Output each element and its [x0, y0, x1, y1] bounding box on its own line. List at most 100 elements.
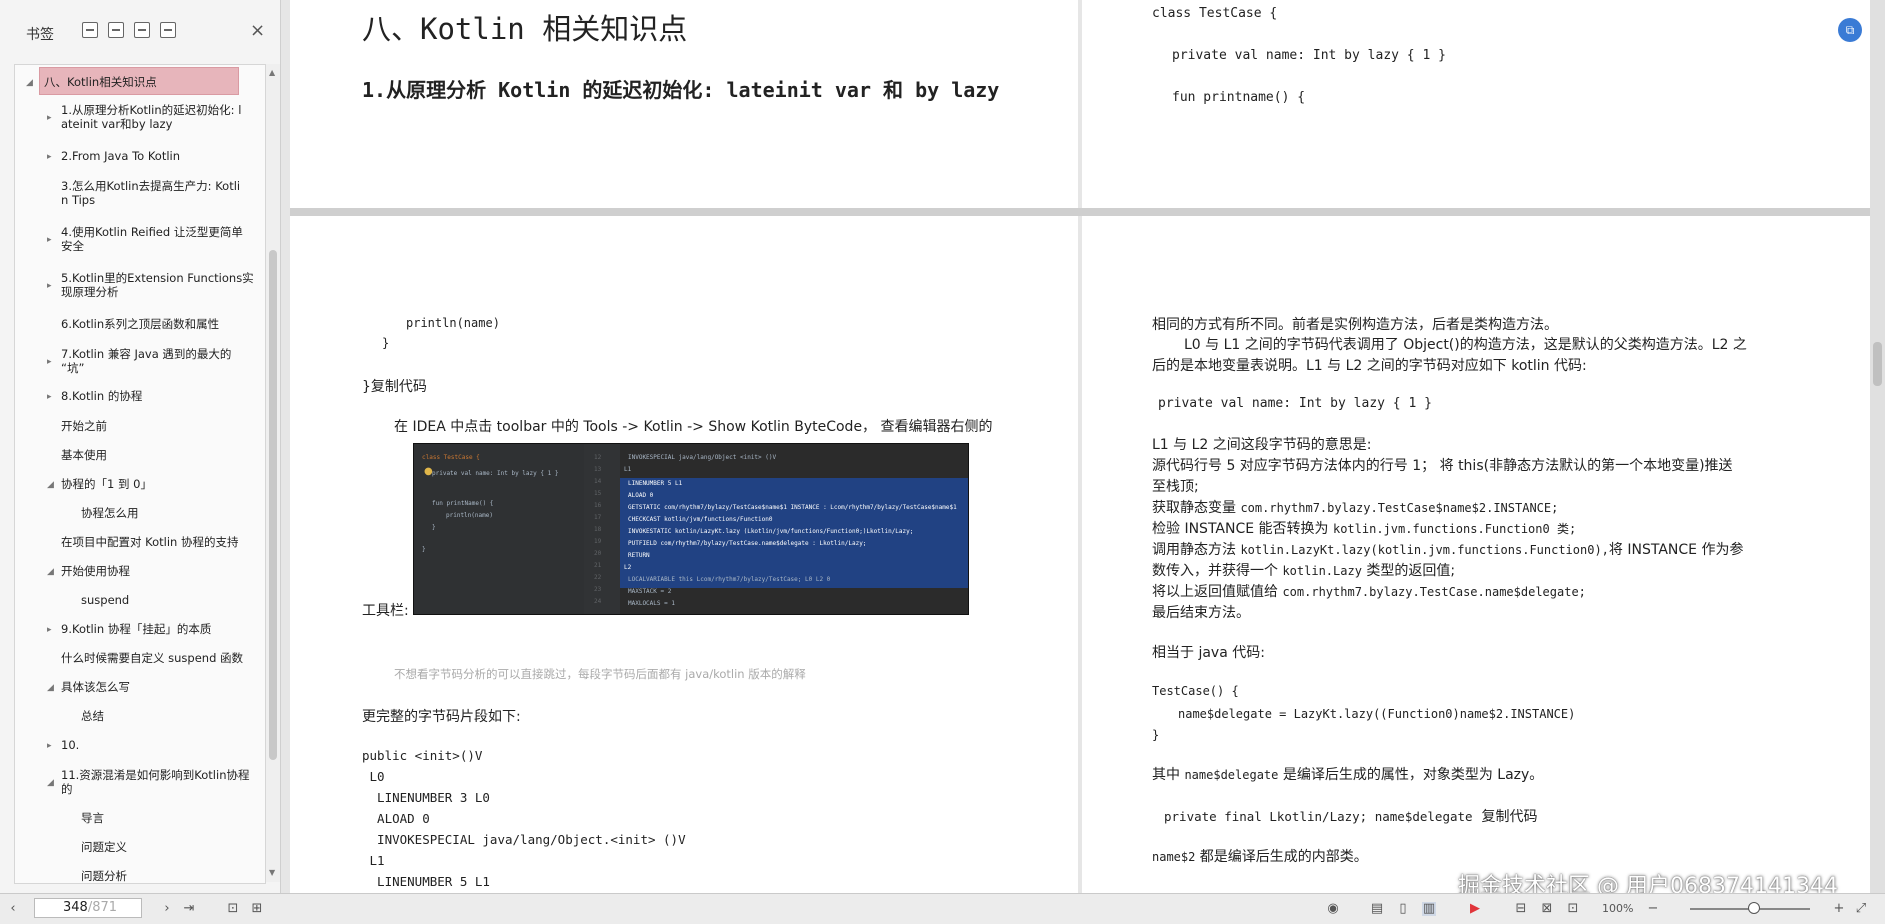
- fullscreen-icon[interactable]: ⤢: [1854, 902, 1868, 916]
- zoom-level[interactable]: 100%: [1602, 902, 1633, 915]
- chevron-down-icon[interactable]: ◢: [47, 565, 54, 579]
- zoom-out-icon[interactable]: −: [1646, 902, 1660, 916]
- bookmark-sidebar: 书签 × ◢ 八、Kotlin相关知识点 ▸ 1.从原理分析Kotlin的延迟初…: [0, 0, 281, 893]
- code-line: private val name: Int by lazy { 1 }: [1158, 396, 1432, 411]
- page-top-left: 八、Kotlin 相关知识点 1.从原理分析 Kotlin 的延迟初始化: la…: [290, 0, 1078, 208]
- paragraph: L1 与 L2 之间这段字节码的意思是:: [1152, 437, 1372, 453]
- zoom-in-icon[interactable]: +: [1832, 902, 1846, 916]
- lightbulb-icon[interactable]: ●: [424, 466, 433, 477]
- collapse-bookmark-icon[interactable]: [108, 22, 124, 38]
- bookmark-item-4[interactable]: ▸ 4.使用Kotlin Reified 让泛型更简单 安全: [47, 225, 261, 253]
- scroll-up-icon[interactable]: ▲: [269, 68, 275, 77]
- edit-bookmark-icon[interactable]: [160, 22, 176, 38]
- bytecode-line: public <init>()V: [362, 748, 483, 763]
- add-bookmark-icon[interactable]: [134, 22, 150, 38]
- bookmark-item-intro[interactable]: 导言: [81, 811, 104, 825]
- paragraph: 更完整的字节码片段如下:: [362, 709, 521, 725]
- bookmark-item-6[interactable]: 6.Kotlin系列之顶层函数和属性: [61, 317, 219, 331]
- paragraph: 检验 INSTANCE 能否转换为 kotlin.jvm.functions.F…: [1152, 521, 1577, 537]
- hint-text: 不想看字节码分析的可以直接跳过，每段字节码后面都有 java/kotlin 版本…: [394, 667, 806, 681]
- paragraph: 获取静态变量 com.rhythm7.bylazy.TestCase$name$…: [1152, 500, 1559, 516]
- bookmark-item-7[interactable]: ▸ 7.Kotlin 兼容 Java 遇到的最大的 “坑”: [47, 347, 261, 375]
- code-line: name$delegate = LazyKt.lazy((Function0)n…: [1178, 707, 1576, 721]
- bookmark-item-how-to-use[interactable]: 协程怎么用: [81, 506, 139, 520]
- single-page-icon[interactable]: ▤: [1370, 902, 1384, 916]
- bookmark-tree: ◢ 八、Kotlin相关知识点 ▸ 1.从原理分析Kotlin的延迟初始化: l…: [14, 64, 266, 884]
- chevron-right-icon[interactable]: ▸: [47, 739, 52, 753]
- page-top-right: class TestCase { private val name: Int b…: [1082, 0, 1870, 208]
- next-view-icon[interactable]: ⊞: [250, 902, 264, 916]
- chevron-right-icon[interactable]: ▸: [47, 150, 52, 164]
- page-separator: [290, 208, 1870, 216]
- bookmark-item-10[interactable]: ▸ 10.: [47, 738, 79, 752]
- bookmark-item-1[interactable]: ▸ 1.从原理分析Kotlin的延迟初始化: l ateinit var和by …: [47, 103, 261, 131]
- paragraph: L0 与 L1 之间的字节码代表调用了 Object()的构造方法，这是默认的父…: [1184, 337, 1747, 353]
- fit-page-icon[interactable]: ⊠: [1540, 902, 1554, 916]
- code-line: }: [1152, 728, 1160, 742]
- paragraph: 后的是本地变量表说明。L1 与 L2 之间的字节码对应如下 kotlin 代码:: [1152, 358, 1587, 374]
- bookmark-item-3[interactable]: 3.怎么用Kotlin去提高生产力: Kotli n Tips: [61, 179, 261, 207]
- bookmark-item-start-using[interactable]: ◢ 开始使用协程: [47, 564, 130, 578]
- bookmark-item-kotlin[interactable]: ◢ 八、Kotlin相关知识点: [26, 67, 239, 95]
- actual-size-icon[interactable]: ⊡: [1566, 902, 1580, 916]
- paragraph: 调用静态方法 kotlin.LazyKt.lazy(kotlin.jvm.fun…: [1152, 542, 1744, 558]
- eye-protection-icon[interactable]: ◉: [1326, 902, 1340, 916]
- bookmark-item-11[interactable]: ◢ 11.资源混淆是如何影响到Kotlin协程 的: [47, 768, 261, 796]
- chevron-right-icon[interactable]: ▸: [47, 279, 52, 293]
- chevron-right-icon[interactable]: ▸: [47, 623, 52, 637]
- code-line: private final Lkotlin/Lazy; name$delegat…: [1164, 809, 1538, 825]
- expand-bookmark-icon[interactable]: [82, 22, 98, 38]
- paragraph: 其中 name$delegate 是编译后生成的属性，对象类型为 Lazy。: [1152, 767, 1544, 783]
- chevron-right-icon[interactable]: ▸: [47, 233, 52, 247]
- code-line: fun printname() {: [1172, 90, 1306, 105]
- bookmark-item-how-to-write[interactable]: ◢ 具体该怎么写: [47, 680, 130, 694]
- chevron-down-icon[interactable]: ◢: [47, 478, 54, 492]
- bookmark-item-problem-analysis[interactable]: 问题分析: [81, 869, 127, 883]
- paragraph: 在 IDEA 中点击 toolbar 中的 Tools -> Kotlin ->…: [394, 419, 993, 435]
- bookmark-item-summary[interactable]: 总结: [81, 709, 104, 723]
- last-page-icon[interactable]: ⇥: [182, 902, 196, 916]
- translate-icon[interactable]: ⧉: [1838, 18, 1862, 42]
- chevron-down-icon[interactable]: ◢: [47, 681, 54, 695]
- bytecode-line: LINENUMBER 3 L0: [362, 790, 490, 805]
- fit-width-icon[interactable]: ⊟: [1514, 902, 1528, 916]
- prev-page-icon[interactable]: ‹: [6, 902, 20, 916]
- paragraph: 源代码行号 5 对应字节码方法体内的行号 1； 将 this(非静态方法默认的第…: [1152, 458, 1733, 474]
- code-line: TestCase() {: [1152, 684, 1239, 698]
- paragraph: name$2 都是编译后生成的内部类。: [1152, 849, 1368, 865]
- bookmark-item-custom-suspend[interactable]: 什么时候需要自定义 suspend 函数: [61, 651, 243, 665]
- page-bottom-right: 相同的方式有所不同。前者是实例构造方法，后者是类构造方法。 L0 与 L1 之间…: [1082, 216, 1870, 893]
- bookmark-item-basic[interactable]: 基本使用: [61, 448, 107, 462]
- sidebar-scrollbar[interactable]: ▲ ▼: [266, 64, 280, 882]
- bookmark-item-config[interactable]: 在项目中配置对 Kotlin 协程的支持: [61, 535, 239, 549]
- chevron-down-icon[interactable]: ◢: [26, 76, 33, 90]
- code-line: class TestCase {: [1152, 6, 1278, 21]
- bookmark-item-problem-def[interactable]: 问题定义: [81, 840, 127, 854]
- zoom-slider-handle[interactable]: [1748, 902, 1760, 914]
- bookmark-item-2[interactable]: ▸ 2.From Java To Kotlin: [47, 149, 180, 163]
- document-scroll-thumb[interactable]: [1873, 342, 1882, 386]
- chevron-right-icon[interactable]: ▸: [47, 111, 52, 125]
- bookmark-item-coroutine-intro[interactable]: ◢ 协程的「1 到 0」: [47, 477, 152, 491]
- scroll-down-icon[interactable]: ▼: [269, 868, 275, 877]
- bookmark-item-8[interactable]: ▸ 8.Kotlin 的协程: [47, 389, 142, 403]
- chevron-right-icon[interactable]: ▸: [47, 355, 52, 369]
- bookmark-item-9[interactable]: ▸ 9.Kotlin 协程「挂起」的本质: [47, 622, 211, 636]
- continuous-page-icon[interactable]: ▯: [1396, 902, 1410, 916]
- paragraph: 将以上返回值赋值给 com.rhythm7.bylazy.TestCase.na…: [1152, 584, 1586, 600]
- close-icon[interactable]: ×: [250, 20, 265, 41]
- status-bar: ‹ 348/871 › ⇥ ⊡ ⊞ ◉ ▤ ▯ ▥ ▶ ⊟ ⊠ ⊡ 100% −…: [0, 893, 1885, 924]
- next-page-icon[interactable]: ›: [160, 902, 174, 916]
- chevron-right-icon[interactable]: ▸: [47, 390, 52, 404]
- bookmark-item-suspend[interactable]: suspend: [81, 593, 129, 607]
- bookmark-item-5[interactable]: ▸ 5.Kotlin里的Extension Functions实 现原理分析: [47, 271, 265, 299]
- sidebar-scroll-thumb[interactable]: [269, 250, 277, 760]
- two-page-icon[interactable]: ▥: [1422, 902, 1436, 916]
- sidebar-title: 书签: [26, 27, 54, 43]
- document-scrollbar[interactable]: [1870, 0, 1885, 893]
- bookmark-item-before[interactable]: 开始之前: [61, 419, 107, 433]
- chevron-down-icon[interactable]: ◢: [47, 776, 54, 790]
- play-icon[interactable]: ▶: [1468, 902, 1482, 916]
- previous-view-icon[interactable]: ⊡: [226, 902, 240, 916]
- page-number-input[interactable]: 348/871: [34, 898, 142, 918]
